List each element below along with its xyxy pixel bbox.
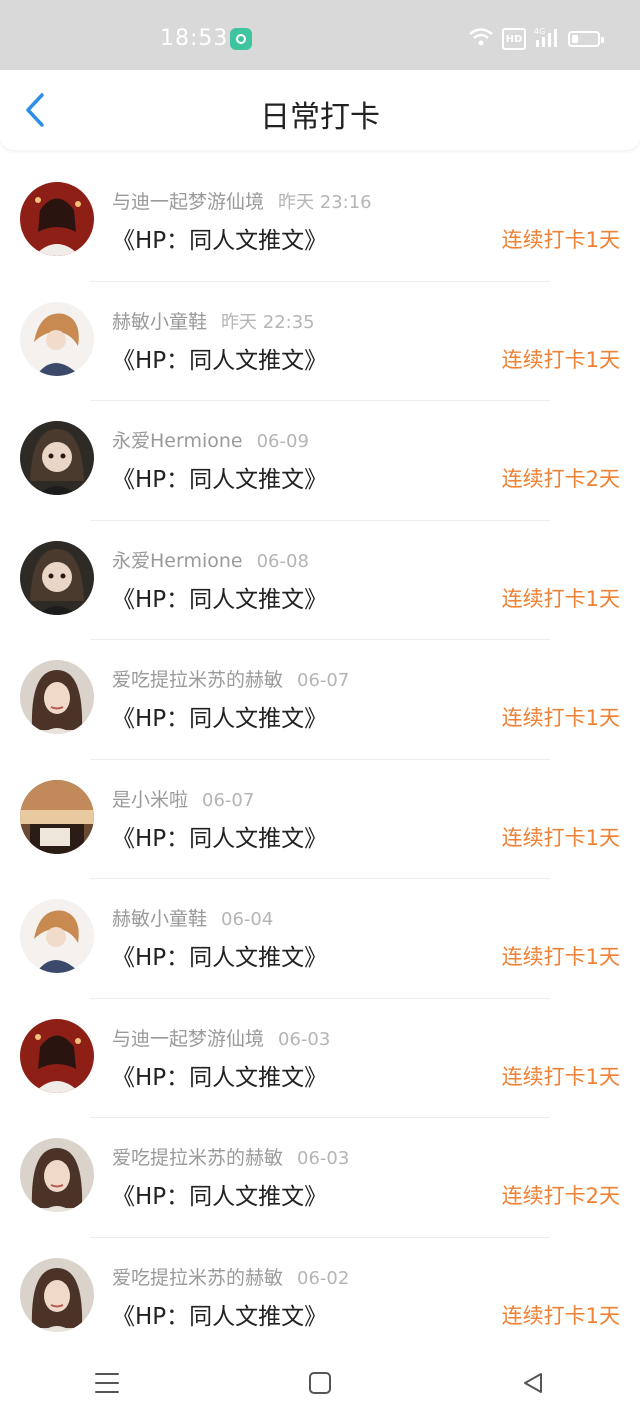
checkin-meta: 爱吃提拉米苏的赫敏 06-03 <box>112 1143 349 1170</box>
list-item[interactable]: 爱吃提拉米苏的赫敏 06-07 《HP：同人文推文》 连续打卡1天 <box>0 640 640 760</box>
home-button[interactable] <box>300 1365 340 1405</box>
streak-label: 连续打卡1天 <box>501 1064 620 1089</box>
svg-text:4G: 4G <box>534 27 545 36</box>
status-icons: HD 4G <box>468 26 604 52</box>
avatar[interactable] <box>20 1138 94 1212</box>
checkin-meta: 永爱Hermione 06-09 <box>112 426 309 453</box>
list-item[interactable]: 赫敏小童鞋 昨天 22:35 《HP：同人文推文》 连续打卡1天 <box>0 282 640 401</box>
streak-label: 连续打卡1天 <box>501 945 620 969</box>
list-item[interactable]: 是小米啦 06-07 《HP：同人文推文》 连续打卡1天 <box>0 760 640 879</box>
checkin-time: 06-09 <box>256 431 309 452</box>
checkin-time: 06-02 <box>297 1267 350 1289</box>
back-triangle-icon <box>521 1371 545 1399</box>
user-name[interactable]: 与迪一起梦游仙境 <box>112 1028 264 1050</box>
checkin-meta: 赫敏小童鞋 昨天 22:35 <box>112 307 315 334</box>
checkin-time: 06-07 <box>297 670 350 691</box>
header: 日常打卡 <box>0 70 640 150</box>
book-title[interactable]: 《HP：同人文推文》 <box>112 1297 327 1331</box>
book-title[interactable]: 《HP：同人文推文》 <box>112 1058 327 1092</box>
checkin-meta: 赫敏小童鞋 06-04 <box>112 904 273 931</box>
user-name[interactable]: 是小米啦 <box>112 789 188 811</box>
book-title[interactable]: 《HP：同人文推文》 <box>112 580 327 614</box>
book-title[interactable]: 《HP：同人文推文》 <box>112 221 327 255</box>
status-bar: 18:53 HD 4G <box>0 0 640 70</box>
book-title[interactable]: 《HP：同人文推文》 <box>112 699 327 733</box>
status-time: 18:53 <box>160 26 229 51</box>
4g-signal-icon: 4G <box>534 26 560 52</box>
checkin-meta: 与迪一起梦游仙境 昨天 23:16 <box>112 187 372 214</box>
avatar[interactable] <box>20 421 94 495</box>
avatar[interactable] <box>20 540 94 615</box>
streak-label: 连续打卡1天 <box>501 825 620 850</box>
book-title[interactable]: 《HP：同人文推文》 <box>112 1177 327 1211</box>
wifi-icon <box>468 27 494 51</box>
avatar[interactable] <box>20 1018 94 1093</box>
checkin-time: 昨天 22:35 <box>221 311 315 333</box>
list-item[interactable]: 赫敏小童鞋 06-04 《HP：同人文推文》 连续打卡1天 <box>0 879 640 999</box>
user-name[interactable]: 爱吃提拉米苏的赫敏 <box>112 1147 283 1169</box>
streak-label: 连续打卡2天 <box>501 1184 620 1208</box>
checkin-time: 昨天 23:16 <box>278 192 372 213</box>
user-name[interactable]: 赫敏小童鞋 <box>112 311 207 333</box>
avatar[interactable] <box>20 301 94 376</box>
user-name[interactable]: 与迪一起梦游仙境 <box>112 191 264 213</box>
list-item[interactable]: 永爱Hermione 06-08 《HP：同人文推文》 连续打卡1天 <box>0 521 640 640</box>
list-item[interactable]: 爱吃提拉米苏的赫敏 06-03 《HP：同人文推文》 连续打卡2天 <box>0 1118 640 1238</box>
user-name[interactable]: 永爱Hermione <box>112 550 243 572</box>
app-notification-icon <box>230 28 252 50</box>
menu-icon <box>94 1372 120 1398</box>
book-title[interactable]: 《HP：同人文推文》 <box>112 819 327 853</box>
system-nav-bar <box>0 1347 640 1422</box>
user-name[interactable]: 永爱Hermione <box>112 430 243 452</box>
avatar[interactable] <box>20 660 94 734</box>
book-title[interactable]: 《HP：同人文推文》 <box>112 341 327 375</box>
avatar[interactable] <box>20 1257 94 1332</box>
checkin-time: 06-04 <box>221 909 274 930</box>
avatar[interactable] <box>20 182 94 256</box>
list-item[interactable]: 永爱Hermione 06-09 《HP：同人文推文》 连续打卡2天 <box>0 401 640 521</box>
book-title[interactable]: 《HP：同人文推文》 <box>112 938 327 972</box>
checkin-meta: 与迪一起梦游仙境 06-03 <box>112 1024 330 1051</box>
streak-label: 连续打卡1天 <box>501 706 620 730</box>
battery-icon <box>568 31 604 47</box>
book-title[interactable]: 《HP：同人文推文》 <box>112 460 327 494</box>
back-nav-button[interactable] <box>513 1365 553 1405</box>
list-item[interactable]: 爱吃提拉米苏的赫敏 06-02 《HP：同人文推文》 连续打卡1天 <box>0 1238 640 1357</box>
home-square-icon <box>308 1371 332 1399</box>
menu-button[interactable] <box>87 1365 127 1405</box>
streak-label: 连续打卡1天 <box>501 347 620 372</box>
hd-icon: HD <box>502 28 526 50</box>
avatar[interactable] <box>20 899 94 973</box>
streak-label: 连续打卡2天 <box>501 467 620 491</box>
user-name[interactable]: 赫敏小童鞋 <box>112 908 207 930</box>
list-item[interactable]: 与迪一起梦游仙境 昨天 23:16 《HP：同人文推文》 连续打卡1天 <box>0 162 640 282</box>
checkin-meta: 爱吃提拉米苏的赫敏 06-07 <box>112 665 349 692</box>
page-title: 日常打卡 <box>260 100 380 135</box>
streak-label: 连续打卡1天 <box>501 1303 620 1328</box>
list-item[interactable]: 与迪一起梦游仙境 06-03 《HP：同人文推文》 连续打卡1天 <box>0 999 640 1118</box>
user-name[interactable]: 爱吃提拉米苏的赫敏 <box>112 1267 283 1289</box>
checkin-meta: 爱吃提拉米苏的赫敏 06-02 <box>112 1263 349 1290</box>
checkin-time: 06-03 <box>297 1148 350 1169</box>
checkin-meta: 是小米啦 06-07 <box>112 785 254 812</box>
checkin-time: 06-03 <box>278 1028 331 1050</box>
user-name[interactable]: 爱吃提拉米苏的赫敏 <box>112 669 283 691</box>
streak-label: 连续打卡1天 <box>501 228 620 252</box>
streak-label: 连续打卡1天 <box>501 586 620 611</box>
checkin-list: 与迪一起梦游仙境 昨天 23:16 《HP：同人文推文》 连续打卡1天 赫敏小童鞋… <box>0 150 640 1357</box>
checkin-meta: 永爱Hermione 06-08 <box>112 546 309 573</box>
avatar[interactable] <box>20 779 94 854</box>
checkin-time: 06-07 <box>202 789 255 811</box>
checkin-time: 06-08 <box>256 550 309 572</box>
